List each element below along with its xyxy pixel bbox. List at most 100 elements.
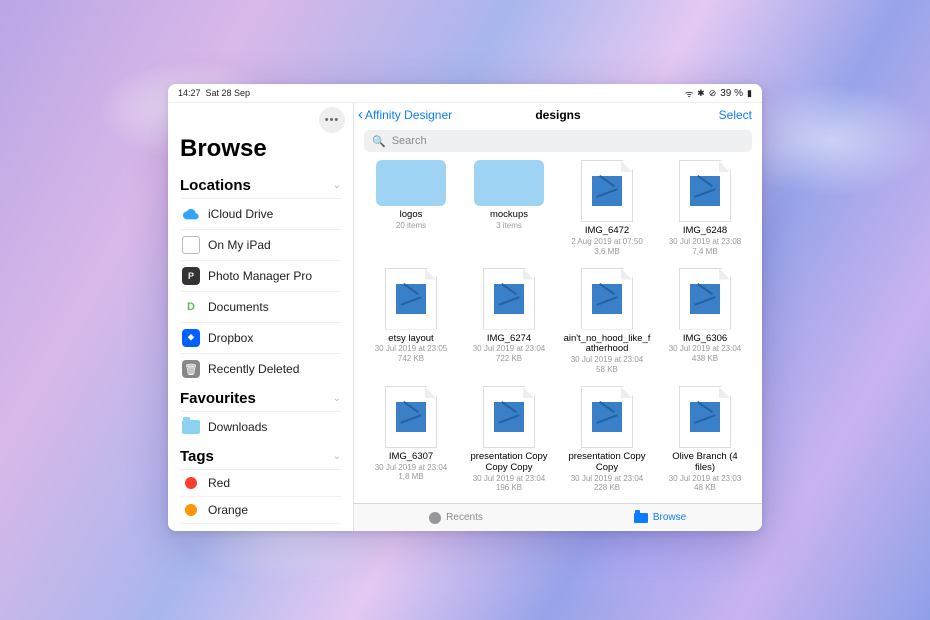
item-date: 30 Jul 2019 at 23:08 — [669, 237, 742, 247]
section-favourites-label: Favourites — [180, 390, 256, 407]
folder-icon — [634, 513, 648, 523]
item-name: logos — [400, 210, 423, 221]
file-thumb-icon — [385, 386, 437, 448]
chevron-down-icon: ⌄ — [333, 451, 341, 462]
bottom-tab-bar: Recents Browse — [354, 503, 762, 531]
file-thumb-icon — [581, 386, 633, 448]
lock-icon: ✱ — [697, 88, 705, 99]
item-size: 3,6 MB — [594, 247, 619, 256]
item-name: IMG_6472 — [585, 226, 629, 237]
sidebar-item-photo-manager-pro[interactable]: P Photo Manager Pro — [180, 261, 341, 292]
tab-browse[interactable]: Browse — [558, 504, 762, 531]
battery-icon: ▮ — [747, 88, 752, 99]
item-size: 228 KB — [594, 483, 620, 492]
affinity-icon — [690, 284, 720, 314]
file-thumb-icon — [581, 268, 633, 330]
documents-icon: D — [182, 298, 200, 316]
item-date: 30 Jul 2019 at 23:04 — [473, 474, 546, 484]
sidebar-tag-orange[interactable]: Orange — [180, 497, 341, 524]
item-name: IMG_6274 — [487, 334, 531, 345]
search-placeholder: Search — [392, 135, 427, 147]
file-item[interactable]: etsy layout 30 Jul 2019 at 23:05 742 KB — [364, 266, 458, 380]
file-item[interactable]: presentation Copy Copy 30 Jul 2019 at 23… — [560, 384, 654, 498]
status-time: 14:27 — [178, 88, 201, 98]
back-button[interactable]: ‹ Affinity Designer — [358, 107, 452, 122]
item-size: 48 KB — [694, 483, 716, 492]
item-name: presentation Copy Copy Copy — [465, 452, 553, 474]
folder-item[interactable]: mockups 3 items — [462, 158, 556, 262]
search-icon: 🔍 — [372, 135, 386, 148]
item-name: etsy layout — [388, 334, 433, 345]
item-size: 742 KB — [398, 354, 424, 363]
section-locations-header[interactable]: Locations ⌄ — [180, 171, 341, 199]
file-item[interactable]: ain't_no_hood_like_fatherhood 30 Jul 201… — [560, 266, 654, 380]
content-pane: ‹ Affinity Designer designs Select 🔍 Sea… — [354, 103, 762, 531]
section-tags-label: Tags — [180, 448, 214, 465]
file-grid: logos 20 items mockups 3 items IMG_6472 … — [354, 158, 762, 503]
affinity-icon — [592, 176, 622, 206]
chevron-down-icon: ⌄ — [333, 180, 341, 191]
app-icon: P — [182, 267, 200, 285]
item-date: 30 Jul 2019 at 23:04 — [571, 474, 644, 484]
sidebar-item-recently-deleted[interactable]: 🗑 Recently Deleted — [180, 354, 341, 384]
tag-dot-icon — [185, 477, 197, 489]
item-name: mockups — [490, 210, 528, 221]
item-size: 196 KB — [496, 483, 522, 492]
folder-item[interactable]: logos 20 items — [364, 158, 458, 262]
back-label: Affinity Designer — [365, 108, 452, 122]
affinity-icon — [396, 284, 426, 314]
sidebar-item-icloud-drive[interactable]: iCloud Drive — [180, 199, 341, 230]
item-date: 2 Aug 2019 at 07:50 — [571, 237, 643, 247]
affinity-icon — [494, 284, 524, 314]
ipad-files-app: 14:27 Sat 28 Sep ᯤ ✱ ⊘ 39 % ▮ ••• Browse… — [168, 84, 762, 531]
item-date: 30 Jul 2019 at 23:04 — [473, 344, 546, 354]
file-item[interactable]: IMG_6472 2 Aug 2019 at 07:50 3,6 MB — [560, 158, 654, 262]
section-locations-label: Locations — [180, 177, 251, 194]
item-name: ain't_no_hood_like_fatherhood — [563, 334, 651, 356]
affinity-icon — [396, 402, 426, 432]
wifi-icon: ᯤ — [685, 87, 693, 100]
icloud-icon — [182, 205, 200, 223]
ipad-icon — [182, 236, 200, 254]
file-item[interactable]: IMG_6306 30 Jul 2019 at 23:04 438 KB — [658, 266, 752, 380]
section-favourites-header[interactable]: Favourites ⌄ — [180, 384, 341, 412]
file-item[interactable]: IMG_6248 30 Jul 2019 at 23:08 7,4 MB — [658, 158, 752, 262]
sidebar-item-downloads[interactable]: Downloads — [180, 412, 341, 442]
tab-label: Browse — [653, 512, 686, 523]
sidebar-item-label: Yellow — [208, 530, 242, 531]
file-item[interactable]: presentation Copy Copy Copy 30 Jul 2019 … — [462, 384, 556, 498]
sidebar-item-on-my-ipad[interactable]: On My iPad — [180, 230, 341, 261]
sidebar-item-label: Downloads — [208, 420, 267, 434]
item-size: 722 KB — [496, 354, 522, 363]
section-tags-header[interactable]: Tags ⌄ — [180, 442, 341, 470]
trash-icon: 🗑 — [182, 360, 200, 378]
file-item[interactable]: Olive Branch (4 files) 30 Jul 2019 at 23… — [658, 384, 752, 498]
file-item[interactable]: IMG_6307 30 Jul 2019 at 23:04 1,8 MB — [364, 384, 458, 498]
item-name: Olive Branch (4 files) — [661, 452, 749, 474]
dropbox-icon: ⯁ — [182, 329, 200, 347]
search-input[interactable]: 🔍 Search — [364, 130, 752, 152]
file-item[interactable]: IMG_6274 30 Jul 2019 at 23:04 722 KB — [462, 266, 556, 380]
status-bar: 14:27 Sat 28 Sep ᯤ ✱ ⊘ 39 % ▮ — [168, 84, 762, 102]
chevron-down-icon: ⌄ — [333, 393, 341, 404]
file-thumb-icon — [385, 268, 437, 330]
select-button[interactable]: Select — [719, 108, 752, 122]
rotation-lock-icon: ⊘ — [709, 88, 717, 99]
file-thumb-icon — [483, 268, 535, 330]
affinity-icon — [592, 402, 622, 432]
item-name: IMG_6307 — [389, 452, 433, 463]
file-thumb-icon — [483, 386, 535, 448]
tab-recents[interactable]: Recents — [354, 504, 558, 531]
sidebar-item-dropbox[interactable]: ⯁ Dropbox — [180, 323, 341, 354]
sidebar-item-label: On My iPad — [208, 238, 271, 252]
more-button[interactable]: ••• — [319, 107, 345, 133]
affinity-icon — [690, 176, 720, 206]
affinity-icon — [690, 402, 720, 432]
sidebar-item-label: Orange — [208, 503, 248, 517]
clock-icon — [429, 512, 441, 524]
sidebar-tag-yellow[interactable]: Yellow — [180, 524, 341, 531]
item-name: presentation Copy Copy — [563, 452, 651, 474]
sidebar-item-documents[interactable]: D Documents — [180, 292, 341, 323]
sidebar-tag-red[interactable]: Red — [180, 470, 341, 497]
item-name: IMG_6306 — [683, 334, 727, 345]
